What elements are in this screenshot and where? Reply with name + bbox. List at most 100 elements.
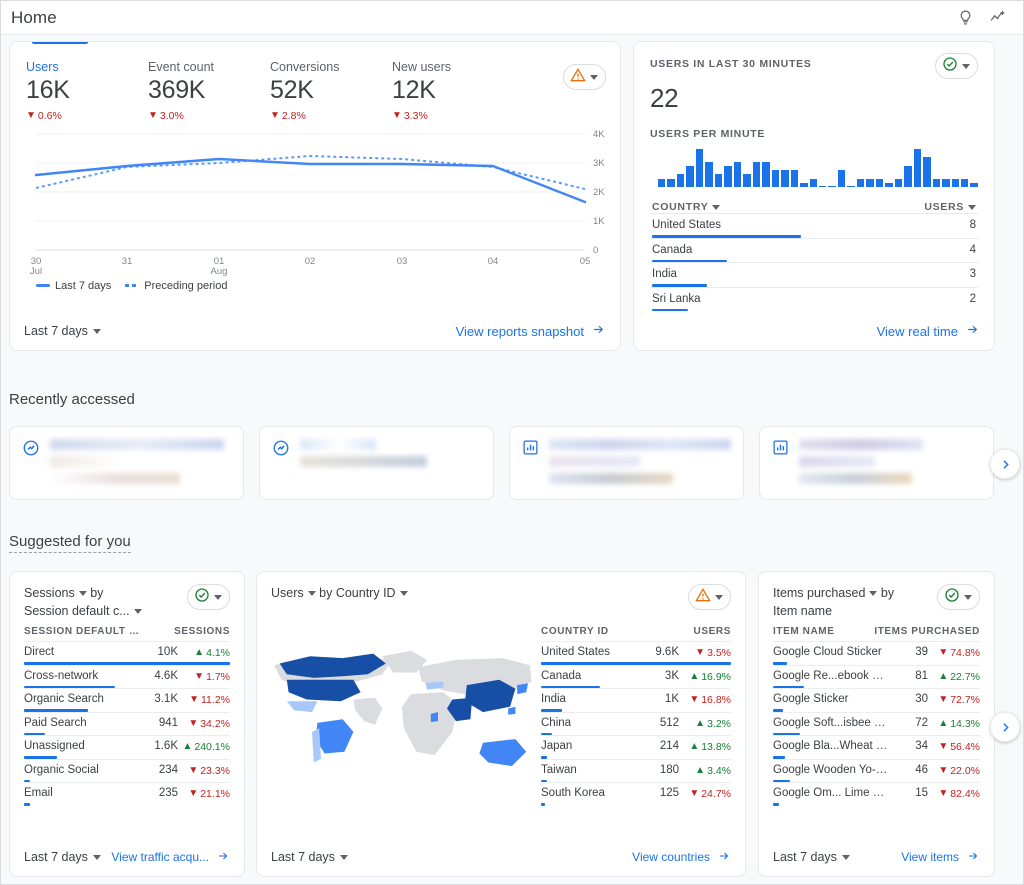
spark-bar [733, 161, 742, 187]
by-label: by [90, 586, 104, 600]
realtime-status-button[interactable] [935, 53, 978, 79]
table-row[interactable]: Taiwan 180 ▲ 3.4% [541, 758, 731, 782]
recently-accessed-card[interactable] [759, 426, 994, 500]
date-range-selector[interactable]: Last 7 days [271, 850, 348, 864]
table-row[interactable]: India 1K ▼ 16.8% [541, 688, 731, 712]
suggested-card-sessions: Sessions by Session default c... SESSION… [9, 571, 245, 877]
analytics-trend-icon[interactable] [988, 9, 1007, 26]
warning-triangle-icon [570, 67, 586, 88]
table-row[interactable]: Google Om... Lime Pen 15 ▼ 82.4% [773, 782, 980, 806]
view-traffic-acquisition-link[interactable]: View traffic acqu... [111, 850, 230, 865]
recently-accessed-card[interactable] [259, 426, 494, 500]
row-delta: ▼ 56.4% [928, 741, 980, 753]
table-row[interactable]: United States 8 [650, 213, 978, 238]
dimension-label: Country ID [335, 586, 396, 600]
spark-bar [866, 178, 874, 187]
metric-delta: ▼ 0.6% [26, 110, 148, 122]
date-range-selector[interactable]: Last 7 days [24, 324, 101, 338]
spark-bar [724, 165, 732, 187]
row-bar [652, 308, 688, 311]
card-status-button[interactable] [937, 584, 980, 610]
metric-delta: ▼ 3.0% [148, 110, 270, 122]
spark-bar [894, 178, 903, 187]
spark-bar [875, 178, 884, 187]
analytics-home-page: Home Users 16K ▼ 0.6% Event count 369K ▼… [0, 0, 1024, 885]
table-row[interactable]: Google Bla...Wheat Pen 34 ▼ 56.4% [773, 735, 980, 759]
spark-bar [705, 161, 713, 187]
dimension-selector[interactable]: Country ID [336, 584, 408, 602]
metric-selector[interactable]: Items purchased [773, 584, 878, 602]
card-status-button[interactable] [688, 584, 731, 610]
table-row[interactable]: Google Sticker 30 ▼ 72.7% [773, 688, 980, 712]
table-row[interactable]: Canada 3K ▲ 16.9% [541, 664, 731, 688]
table-row[interactable]: Google Cloud Sticker 39 ▼ 74.8% [773, 641, 980, 665]
table-row[interactable]: Paid Search 941 ▼ 34.2% [24, 711, 230, 736]
arrow-down-icon: ▼ [689, 788, 700, 799]
table-row[interactable]: Google Soft...isbee Blue 72 ▲ 14.3% [773, 711, 980, 736]
table-row[interactable]: Canada 4 [650, 237, 978, 262]
map-region-mexico [286, 701, 318, 713]
metric-conversions[interactable]: Conversions 52K ▼ 2.8% [270, 60, 392, 122]
date-range-selector[interactable]: Last 7 days [24, 850, 101, 864]
map-region-united-states [286, 679, 361, 702]
recently-accessed-card[interactable] [509, 426, 744, 500]
arrow-down-icon: ▼ [26, 109, 36, 121]
chevron-right-icon [1002, 722, 1009, 732]
table-row[interactable]: Unassigned 1.6K ▲ 240.1% [24, 735, 230, 759]
chevron-down-icon [715, 594, 723, 600]
metric-label: Items purchased [773, 586, 866, 600]
table-row[interactable]: Sri Lanka 2 [650, 286, 978, 311]
view-real-time-link[interactable]: View real time [877, 323, 980, 339]
realtime-users-column-selector[interactable]: USERS [924, 201, 976, 213]
chevron-down-icon [92, 854, 101, 860]
view-items-link[interactable]: View items [901, 850, 980, 865]
card-status-button[interactable] [187, 584, 230, 610]
view-reports-snapshot-link[interactable]: View reports snapshot [456, 323, 606, 339]
row-label: Google Soft...isbee Blue [773, 716, 888, 729]
metric-selector[interactable]: Users [271, 584, 316, 602]
metric-event-count[interactable]: Event count 369K ▼ 3.0% [148, 60, 270, 122]
insights-lightbulb-icon[interactable] [957, 9, 974, 26]
chevron-down-icon [964, 594, 972, 600]
redacted-text-line [50, 439, 224, 450]
recently-accessed-next-button[interactable] [990, 449, 1020, 479]
table-row[interactable]: Google Wooden Yo-Yo 46 ▼ 22.0% [773, 758, 980, 783]
arrow-up-icon: ▲ [689, 670, 700, 682]
view-countries-link[interactable]: View countries [632, 850, 731, 865]
world-map-chart[interactable] [267, 634, 537, 834]
table-row[interactable]: Cross-network 4.6K ▼ 1.7% [24, 664, 230, 689]
column-header-metric: ITEMS PURCHASED [874, 626, 980, 638]
spark-bar [781, 170, 789, 187]
table-row[interactable]: Organic Social 234 ▼ 23.3% [24, 758, 230, 783]
items-table: ITEM NAME ITEMS PURCHASED Google Cloud S… [759, 626, 994, 806]
data-quality-status-button[interactable] [563, 64, 606, 90]
metric-selector[interactable]: Sessions [24, 584, 87, 602]
table-row[interactable]: Google Re...ebook Set 81 ▲ 22.7% [773, 664, 980, 689]
metric-users[interactable]: Users 16K ▼ 0.6% [26, 60, 148, 122]
table-row[interactable]: India 3 [650, 262, 978, 287]
metric-new-users[interactable]: New users 12K ▼ 3.3% [392, 60, 514, 122]
table-row[interactable]: Japan 214 ▲ 13.8% [541, 735, 731, 759]
table-row[interactable]: Email 235 ▼ 21.1% [24, 782, 230, 806]
arrow-up-icon: ▲ [689, 741, 700, 752]
table-row[interactable]: United States 9.6K ▼ 3.5% [541, 641, 731, 665]
dimension-label: Session default c... [24, 604, 130, 619]
spark-bar [667, 178, 675, 187]
date-range-label: Last 7 days [24, 850, 88, 864]
top-app-bar: Home [1, 1, 1023, 35]
dimension-selector[interactable]: Session default c... [24, 602, 142, 620]
row-value: 1K [664, 693, 679, 705]
table-row[interactable]: Organic Search 3.1K ▼ 11.2% [24, 688, 230, 712]
recently-accessed-card[interactable] [9, 426, 244, 500]
suggested-next-button[interactable] [990, 712, 1020, 742]
table-row[interactable]: Direct 10K ▲ 4.1% [24, 641, 230, 665]
card-footer: Last 7 days View traffic acqu... [10, 838, 244, 876]
table-row[interactable]: China 512 ▲ 3.2% [541, 711, 731, 735]
realtime-country-column-selector[interactable]: COUNTRY [652, 201, 721, 213]
spark-bar [847, 185, 855, 187]
table-row[interactable]: South Korea 125 ▼ 24.7% [541, 782, 731, 806]
sessions-table: SESSION DEFAULT … SESSIONS Direct 10K ▲ 4.1… [10, 626, 244, 806]
row-label: Google Re...ebook Set [773, 669, 888, 682]
date-range-selector[interactable]: Last 7 days [773, 850, 850, 864]
legend-item-preceding-period: Preceding period [125, 280, 227, 292]
